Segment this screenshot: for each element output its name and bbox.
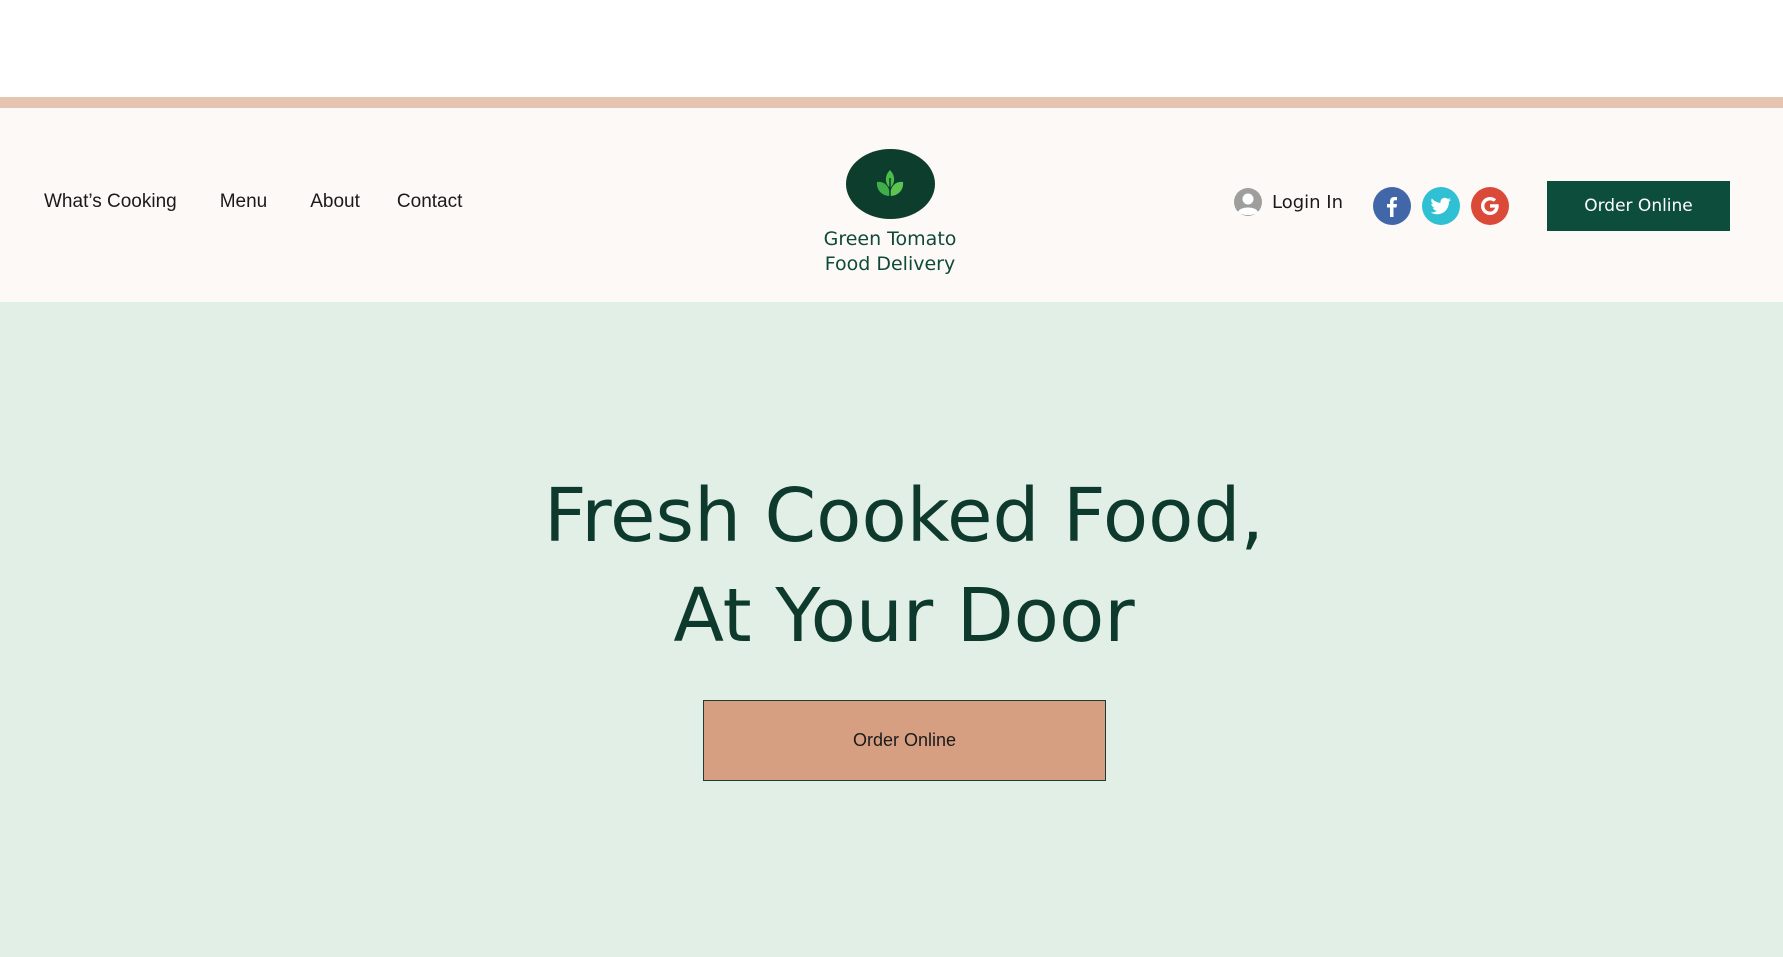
logo-badge (845, 149, 935, 219)
main-nav: What’s Cooking Menu About Contact (44, 191, 462, 213)
facebook-link[interactable] (1373, 187, 1411, 225)
login-label: Login In (1272, 191, 1343, 213)
brand-name-line1: Green Tomato (823, 228, 957, 250)
hero-section: Fresh Cooked Food, At Your Door Order On… (0, 302, 1783, 957)
nav-item-contact[interactable]: Contact (397, 191, 462, 213)
leaf-icon (876, 170, 904, 196)
login-link[interactable]: Login In (1232, 188, 1343, 216)
brand-logo[interactable]: Green Tomato Food Delivery (810, 149, 970, 277)
google-icon (1481, 197, 1499, 215)
nav-item-menu[interactable]: Menu (220, 191, 268, 213)
hero-title-line1: Fresh Cooked Food, (544, 473, 1264, 559)
google-link[interactable] (1471, 187, 1509, 225)
brand-name-line2: Food Delivery (824, 253, 956, 275)
facebook-icon (1387, 197, 1397, 217)
top-accent-border (0, 97, 1783, 108)
user-avatar-icon (1232, 188, 1264, 216)
twitter-icon (1430, 197, 1451, 215)
brand-name: Green Tomato Food Delivery (810, 227, 970, 277)
order-online-hero-button[interactable]: Order Online (703, 700, 1106, 781)
top-blank-strip (0, 0, 1783, 97)
twitter-link[interactable] (1422, 187, 1460, 225)
nav-item-about[interactable]: About (310, 191, 360, 213)
hero-title-line2: At Your Door (673, 573, 1135, 659)
order-online-header-button[interactable]: Order Online (1547, 181, 1730, 231)
nav-item-whats-cooking[interactable]: What’s Cooking (44, 191, 177, 213)
site-header: What’s Cooking Menu About Contact Green … (0, 108, 1783, 302)
hero-title: Fresh Cooked Food, At Your Door (0, 466, 1783, 666)
